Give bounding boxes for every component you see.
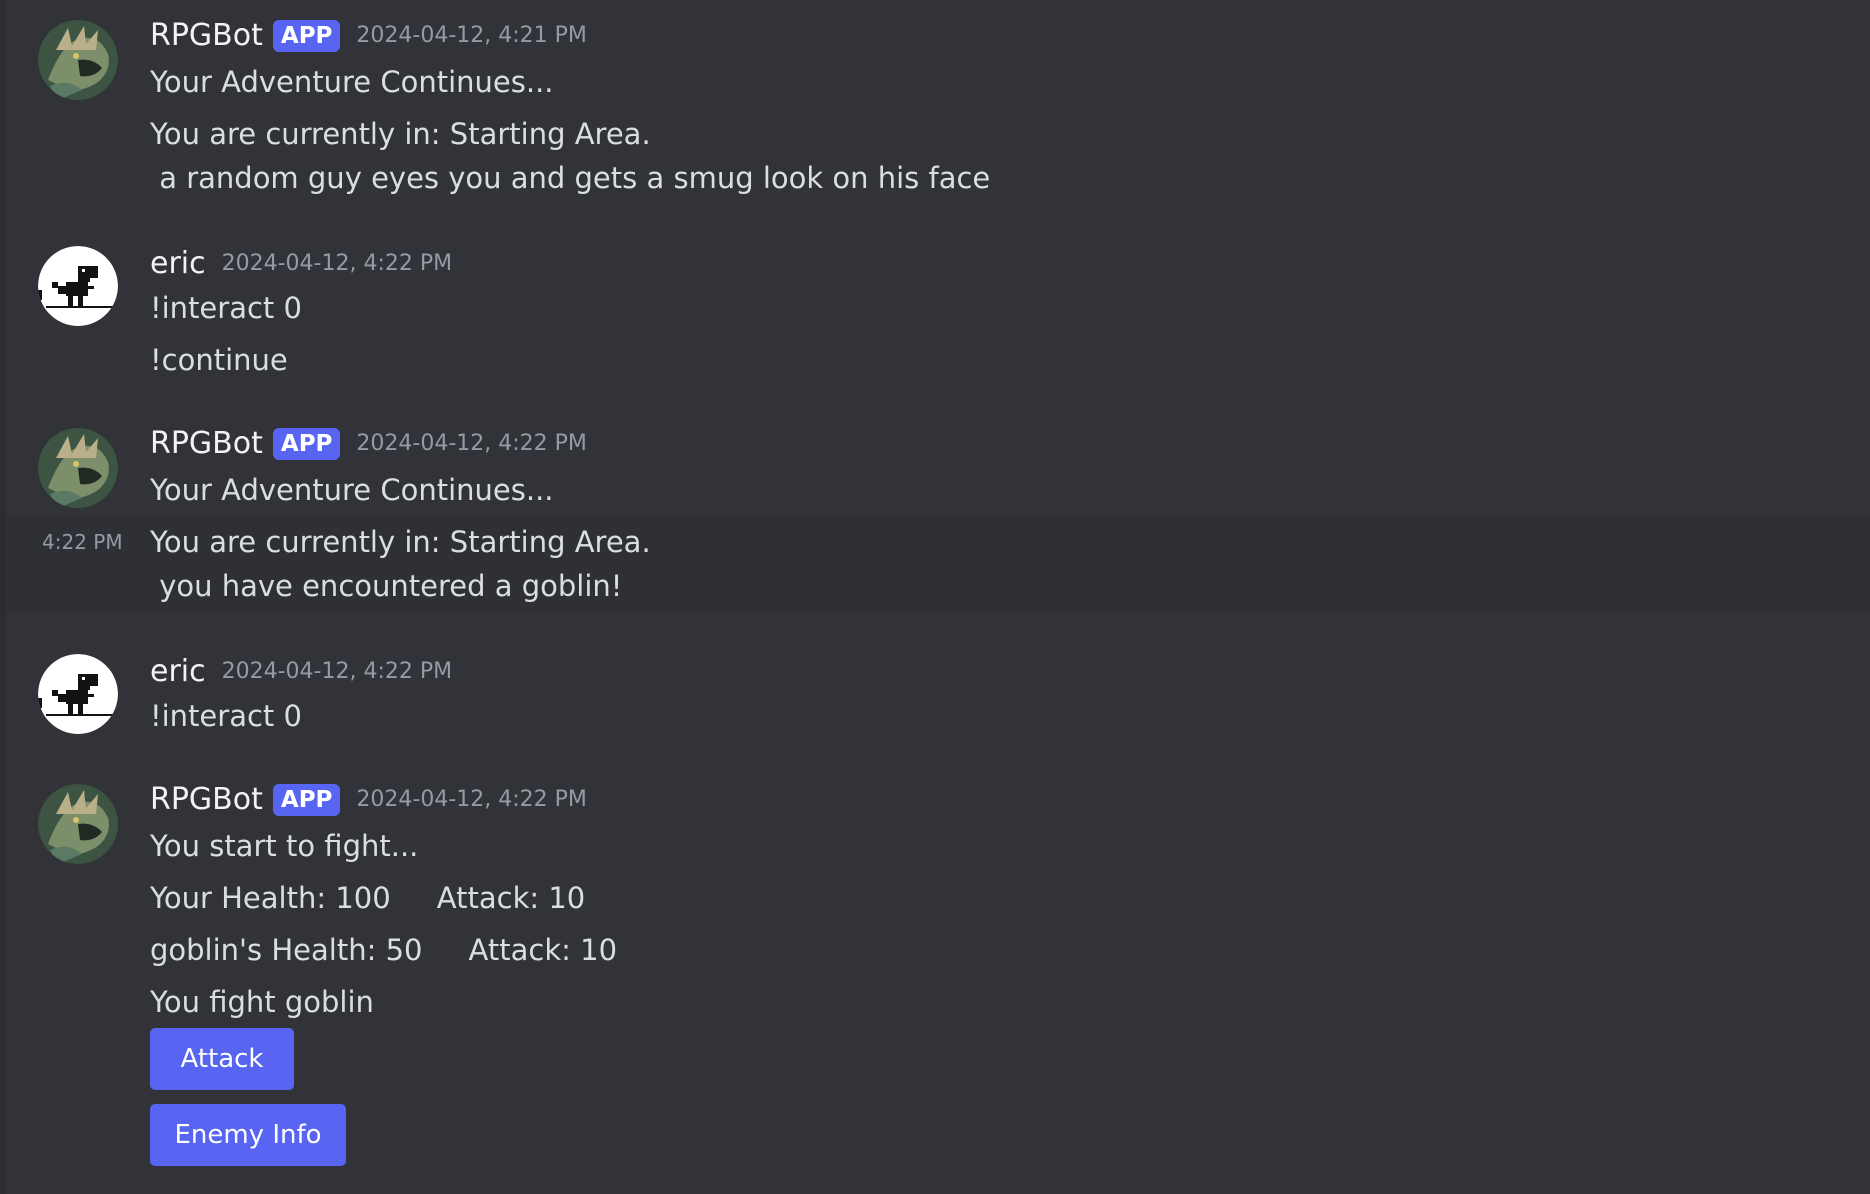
message-line: Your Adventure Continues... — [150, 473, 554, 507]
timestamp[interactable]: 2024-04-12, 4:22 PM — [356, 787, 586, 812]
message-line: You start to fight... — [150, 829, 419, 863]
dino-avatar-icon[interactable] — [38, 654, 118, 734]
message-line: a random guy eyes you and gets a smug lo… — [150, 161, 991, 195]
message-header: RPGBot APP 2024-04-12, 4:22 PM — [150, 426, 587, 461]
message-header: RPGBot APP 2024-04-12, 4:22 PM — [150, 782, 587, 817]
message-header: RPGBot APP 2024-04-12, 4:21 PM — [150, 18, 587, 53]
message-line: !continue — [150, 343, 288, 377]
dragon-avatar-icon[interactable] — [38, 784, 118, 864]
message-header: eric 2024-04-12, 4:22 PM — [150, 246, 452, 281]
dino-avatar-icon[interactable] — [38, 246, 118, 326]
username[interactable]: eric — [150, 246, 206, 281]
message-line: You are currently in: Starting Area. — [150, 117, 651, 151]
message-line: you have encountered a goblin! — [150, 569, 623, 603]
dragon-avatar-icon[interactable] — [38, 428, 118, 508]
app-tag: APP — [272, 427, 341, 460]
message-line: You fight goblin — [150, 985, 374, 1019]
username[interactable]: RPGBot — [150, 426, 263, 461]
message-line: You are currently in: Starting Area. — [150, 525, 651, 559]
message-line: Your Adventure Continues... — [150, 65, 554, 99]
timestamp[interactable]: 2024-04-12, 4:22 PM — [222, 251, 452, 276]
username[interactable]: RPGBot — [150, 782, 263, 817]
attack-button[interactable]: Attack — [150, 1028, 294, 1090]
message-header: eric 2024-04-12, 4:22 PM — [150, 654, 452, 689]
message-line: !interact 0 — [150, 699, 302, 733]
app-tag: APP — [272, 783, 341, 816]
dragon-avatar-icon[interactable] — [38, 20, 118, 100]
username[interactable]: RPGBot — [150, 18, 263, 53]
username[interactable]: eric — [150, 654, 206, 689]
message-line: goblin's Health: 50 Attack: 10 — [150, 933, 618, 967]
timestamp[interactable]: 2024-04-12, 4:21 PM — [356, 23, 586, 48]
message-line: !interact 0 — [150, 291, 302, 325]
timestamp[interactable]: 2024-04-12, 4:22 PM — [356, 431, 586, 456]
enemy-info-button[interactable]: Enemy Info — [150, 1104, 346, 1166]
message-line: Your Health: 100 Attack: 10 — [150, 881, 586, 915]
app-tag: APP — [272, 19, 341, 52]
timestamp[interactable]: 2024-04-12, 4:22 PM — [222, 659, 452, 684]
chat-log: 4:22 PM RPGBot APP 2024-04-12, 4:21 PM Y… — [0, 0, 1870, 1194]
hover-timestamp: 4:22 PM — [42, 530, 123, 554]
